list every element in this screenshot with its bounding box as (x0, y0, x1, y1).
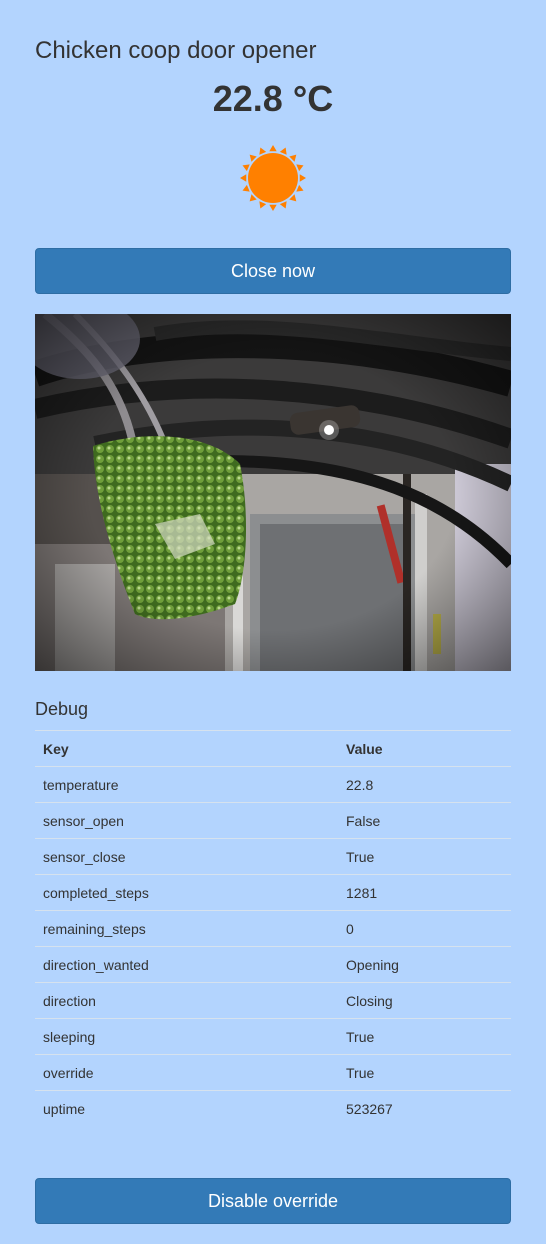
row-value: True (338, 1054, 511, 1091)
table-row: direction_wanted Opening (35, 946, 511, 983)
column-header-value: Value (338, 730, 511, 767)
webcam-snapshot (35, 314, 511, 671)
row-value: True (338, 838, 511, 875)
table-row: temperature 22.8 (35, 766, 511, 803)
row-value: Opening (338, 946, 511, 983)
row-key: remaining_steps (35, 910, 338, 947)
row-key: sensor_open (35, 802, 338, 839)
row-key: direction (35, 982, 338, 1019)
row-key: direction_wanted (35, 946, 338, 983)
debug-table: Key Value temperature 22.8 sensor_open F… (35, 730, 511, 1127)
row-key: override (35, 1054, 338, 1091)
column-header-key: Key (35, 730, 338, 767)
table-row: sensor_open False (35, 802, 511, 839)
table-row: uptime 523267 (35, 1090, 511, 1127)
row-key: sensor_close (35, 838, 338, 875)
row-value: Closing (338, 982, 511, 1019)
table-row: remaining_steps 0 (35, 910, 511, 947)
close-now-button[interactable]: Close now (35, 248, 511, 294)
sun-icon (237, 142, 309, 214)
row-key: sleeping (35, 1018, 338, 1055)
table-row: direction Closing (35, 982, 511, 1019)
temperature-display: 22.8 °C (212, 78, 334, 119)
row-key: temperature (35, 766, 338, 803)
table-row: completed_steps 1281 (35, 874, 511, 911)
row-value: 523267 (338, 1090, 511, 1127)
row-key: completed_steps (35, 874, 338, 911)
table-row: sensor_close True (35, 838, 511, 875)
row-value: 1281 (338, 874, 511, 911)
row-key: uptime (35, 1090, 338, 1127)
table-header-row: Key Value (35, 730, 511, 767)
row-value: 22.8 (338, 766, 511, 803)
table-row: override True (35, 1054, 511, 1091)
row-value: False (338, 802, 511, 839)
page-title: Chicken coop door opener (35, 37, 317, 64)
row-value: True (338, 1018, 511, 1055)
row-value: 0 (338, 910, 511, 947)
table-row: sleeping True (35, 1018, 511, 1055)
disable-override-button[interactable]: Disable override (35, 1178, 511, 1224)
debug-heading: Debug (35, 699, 89, 719)
